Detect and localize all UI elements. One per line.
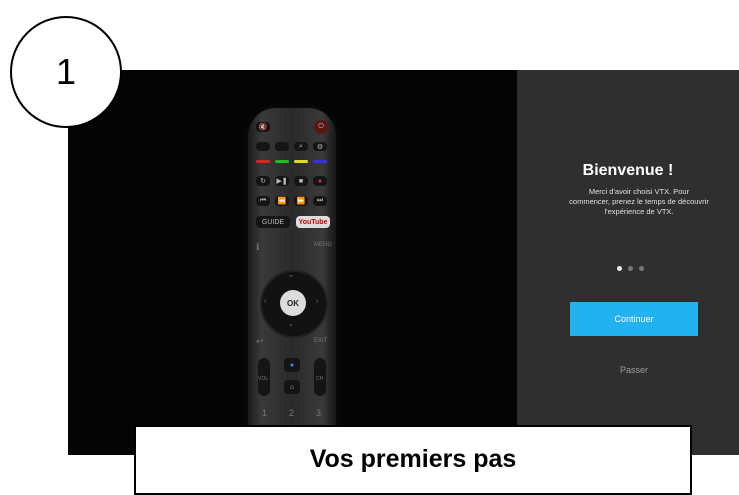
replay-icon: ↻ [256,176,270,186]
home-icon: ⌂ [284,380,300,394]
guide-key: GUIDE [256,216,290,228]
left-arrow-icon: ‹ [264,298,267,305]
info-icon: ℹ [256,242,260,252]
pagination-dot [628,266,633,271]
vol-label: VOL [258,376,269,382]
yellow-key [294,160,308,163]
num-key: 1 [262,408,268,418]
play-pause-icon: ▶❚ [275,176,289,186]
remote-btn-a [256,142,270,151]
pagination-dot [639,266,644,271]
youtube-key: YouTube [296,216,330,228]
num-key: 2 [289,408,295,418]
right-arrow-icon: › [316,298,319,305]
red-key [256,160,270,163]
step-number-badge: 1 [10,16,122,128]
prev-icon: ⏮ [256,196,270,206]
next-icon: ⏭ [313,196,327,206]
exit-label: EXIT [314,338,328,344]
pagination-dots [617,266,644,271]
pagination-dot-active [617,266,622,271]
welcome-message: Merci d'avoir choisi VTX. Pour commencer… [569,187,709,216]
remote-btn-b [275,142,289,151]
skip-button[interactable]: Passer [570,365,698,375]
down-arrow-icon: ⌄ [288,321,294,328]
continue-button[interactable]: Continuer [570,302,698,336]
back-icon: ↩ [256,336,264,346]
caption-box: Vos premiers pas [134,425,692,495]
power-icon: ⏻ [314,120,328,134]
num-key: 3 [316,408,322,418]
caption-text: Vos premiers pas [309,445,517,473]
settings-icon: ⚙ [313,142,327,151]
rewind-icon: ⏪ [275,196,289,206]
stop-icon: ■ [294,176,308,186]
welcome-panel: Bienvenue ! Merci d'avoir choisi VTX. Po… [517,70,739,455]
green-key [275,160,289,163]
assistant-icon: ● [284,358,300,372]
up-arrow-icon: ⌃ [288,275,294,282]
blue-key [313,160,327,163]
mute-icon: 🔇 [256,122,270,132]
record-icon: ● [313,176,327,186]
welcome-title: Bienvenue ! [582,162,674,179]
ch-label: CH [316,376,324,382]
search-icon: ⌕ [294,142,308,151]
remote-image-pane: 🔇 ⏻ ⌕ ⚙ ↻ ▶❚ ■ ● ⏮ ⏪ ⏩ ⏭ GUIDE YouTube ℹ… [68,70,517,455]
menu-label: MENU [314,242,332,248]
remote-control-image: 🔇 ⏻ ⌕ ⚙ ↻ ▶❚ ■ ● ⏮ ⏪ ⏩ ⏭ GUIDE YouTube ℹ… [248,108,336,455]
forward-icon: ⏩ [294,196,308,206]
tv-screen: 🔇 ⏻ ⌕ ⚙ ↻ ▶❚ ■ ● ⏮ ⏪ ⏩ ⏭ GUIDE YouTube ℹ… [68,70,739,455]
ok-key: OK [280,290,306,316]
